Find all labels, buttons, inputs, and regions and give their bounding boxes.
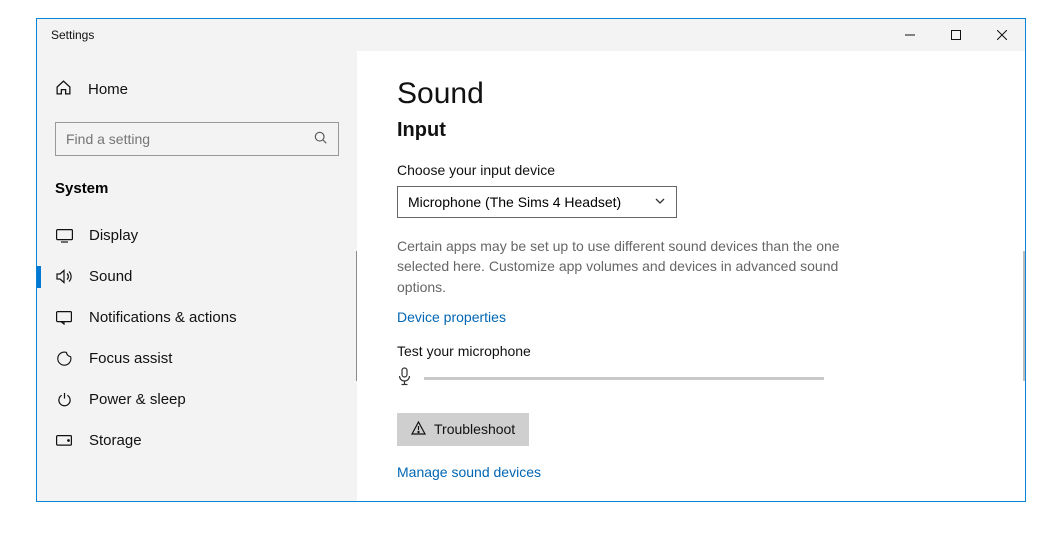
sidebar: Home System Display (37, 51, 357, 501)
search-icon (314, 131, 328, 148)
warning-icon (411, 421, 426, 438)
sidebar-item-power[interactable]: Power & sleep (37, 379, 357, 420)
input-device-select[interactable]: Microphone (The Sims 4 Headset) (397, 186, 677, 218)
content-pane: Sound Input Choose your input device Mic… (357, 51, 1025, 501)
microphone-icon (397, 367, 412, 391)
troubleshoot-button[interactable]: Troubleshoot (397, 413, 529, 446)
device-properties-link[interactable]: Device properties (397, 309, 506, 325)
titlebar: Settings (37, 19, 1025, 51)
sidebar-item-label: Focus assist (89, 350, 172, 367)
sidebar-item-storage[interactable]: Storage (37, 420, 357, 461)
test-mic-label: Test your microphone (397, 343, 985, 359)
sound-icon (55, 269, 73, 284)
power-icon (55, 392, 73, 407)
window-title: Settings (51, 28, 94, 42)
window-controls (887, 19, 1025, 51)
home-icon (55, 79, 72, 100)
sidebar-nav: Display Sound Notifications & actions (37, 215, 357, 461)
chevron-down-icon (654, 194, 666, 210)
sidebar-category: System (37, 174, 357, 215)
search-input[interactable] (66, 131, 314, 147)
settings-window: Settings Home System (36, 18, 1026, 502)
notifications-icon (55, 311, 73, 325)
maximize-button[interactable] (933, 19, 979, 51)
sidebar-item-label: Storage (89, 432, 142, 449)
sidebar-item-label: Notifications & actions (89, 309, 237, 326)
choose-input-label: Choose your input device (397, 162, 985, 178)
input-description: Certain apps may be set up to use differ… (397, 236, 847, 297)
sidebar-item-display[interactable]: Display (37, 215, 357, 256)
minimize-button[interactable] (887, 19, 933, 51)
home-nav[interactable]: Home (37, 69, 357, 110)
mic-level-bar (424, 377, 824, 380)
storage-icon (55, 435, 73, 446)
mic-test-row (397, 367, 985, 391)
focus-icon (55, 351, 73, 366)
close-icon (997, 30, 1007, 40)
minimize-icon (905, 30, 915, 40)
troubleshoot-label: Troubleshoot (434, 421, 515, 437)
sidebar-item-label: Display (89, 227, 138, 244)
search-input-wrap[interactable] (55, 122, 339, 156)
sidebar-item-notifications[interactable]: Notifications & actions (37, 297, 357, 338)
manage-devices-link[interactable]: Manage sound devices (397, 464, 541, 480)
content-scrollbar[interactable] (1023, 251, 1025, 381)
home-label: Home (88, 81, 128, 98)
section-heading: Input (397, 119, 985, 142)
page-title: Sound (397, 77, 985, 111)
selected-device: Microphone (The Sims 4 Headset) (408, 194, 621, 210)
sidebar-item-sound[interactable]: Sound (37, 256, 357, 297)
sidebar-item-focus[interactable]: Focus assist (37, 338, 357, 379)
maximize-icon (951, 30, 961, 40)
sidebar-item-label: Sound (89, 268, 132, 285)
close-button[interactable] (979, 19, 1025, 51)
sidebar-item-label: Power & sleep (89, 391, 186, 408)
display-icon (55, 229, 73, 243)
